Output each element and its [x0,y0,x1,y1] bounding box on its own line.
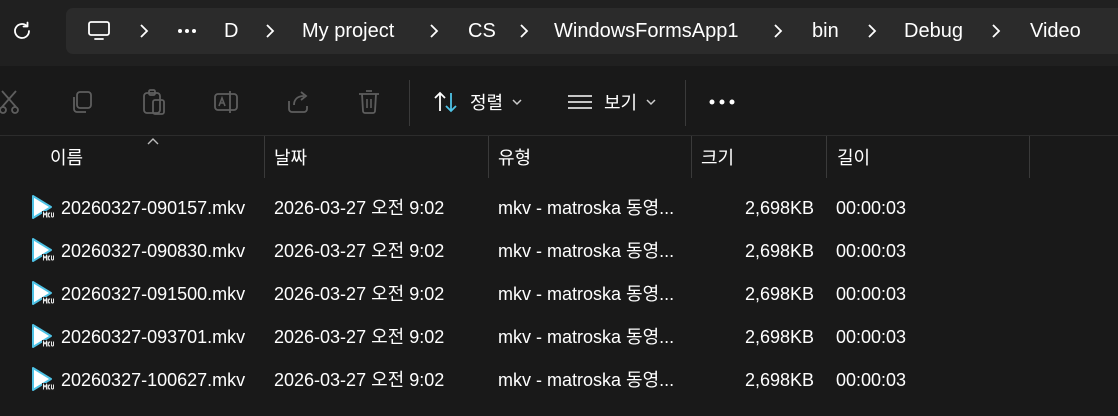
refresh-button[interactable] [8,15,36,47]
chevron-right-icon[interactable] [986,8,1006,54]
file-length: 00:00:03 [836,284,907,304]
sort-ascending-icon [147,138,159,145]
table-row[interactable]: 20260327-100627.mkv 2026-03-27 오전 9:02 m… [22,358,1022,400]
file-length: 00:00:03 [836,370,907,390]
mkv-video-file-icon [32,238,55,262]
command-bar: 정렬 보기 [0,66,1118,136]
column-header-size[interactable]: 크기 [701,136,734,178]
chevron-right-icon[interactable] [768,8,788,54]
share-icon [288,91,308,113]
chevron-right-icon[interactable] [514,8,534,54]
file-size: 2,698KB [744,327,814,347]
chevron-down-icon [646,99,656,106]
ellipsis-icon [178,29,196,33]
file-size: 2,698KB [744,198,814,218]
file-length: 00:00:03 [836,327,907,347]
mkv-video-file-icon [32,195,55,219]
paste-button[interactable] [140,86,168,118]
refresh-icon [14,21,30,39]
file-length: 00:00:03 [836,241,907,261]
chevron-right-icon[interactable] [134,8,154,54]
more-crumbs-button[interactable] [176,8,198,54]
toolbar-separator [685,80,686,126]
chevron-right-icon[interactable] [862,8,882,54]
table-row[interactable]: 20260327-091500.mkv 2026-03-27 오전 9:02 m… [22,272,1022,314]
file-date: 2026-03-27 오전 9:02 [274,370,445,390]
file-date: 2026-03-27 오전 9:02 [274,241,445,261]
file-name: 20260327-093701.mkv [61,327,246,347]
column-divider[interactable] [1029,136,1030,178]
trash-icon [359,90,379,114]
file-type: mkv - matroska 동영... [498,241,675,261]
file-type: mkv - matroska 동영... [498,370,675,390]
ellipsis-icon [709,99,735,105]
file-name: 20260327-091500.mkv [61,284,246,304]
file-size: 2,698KB [744,284,814,304]
table-row[interactable]: 20260327-093701.mkv 2026-03-27 오전 9:02 m… [22,315,1022,357]
view-lines-icon [568,95,592,109]
file-type: mkv - matroska 동영... [498,198,675,218]
file-size: 2,698KB [744,241,814,261]
mkv-video-file-icon [32,324,55,348]
sort-label: 정렬 [470,93,504,113]
copy-icon [73,91,92,113]
file-size: 2,698KB [744,370,814,390]
table-row[interactable]: 20260327-090830.mkv 2026-03-27 오전 9:02 m… [22,229,1022,271]
file-name: 20260327-100627.mkv [61,370,246,390]
cut-button[interactable] [0,86,24,118]
address-bar-row: D My project CS WindowsFormsApp1 bin Deb… [0,0,1118,66]
column-header-name[interactable]: 이름 [50,136,83,178]
copy-button[interactable] [68,86,96,118]
column-divider[interactable] [826,136,827,178]
delete-button[interactable] [356,86,382,118]
column-headers: 이름 날짜 유형 크기 길이 [0,136,1118,178]
sort-arrows-icon [434,91,457,113]
view-label: 보기 [604,93,638,113]
chevron-right-icon[interactable] [424,8,444,54]
address-box[interactable]: D My project CS WindowsFormsApp1 bin Deb… [66,8,1118,54]
table-row[interactable]: 20260327-090157.mkv 2026-03-27 오전 9:02 m… [22,186,1022,228]
column-divider[interactable] [264,136,265,178]
file-date: 2026-03-27 오전 9:02 [274,284,445,304]
column-divider[interactable] [691,136,692,178]
share-button[interactable] [284,86,312,118]
column-header-length[interactable]: 길이 [837,136,870,178]
chevron-right-icon[interactable] [260,8,280,54]
crumb-video[interactable]: Video [1030,8,1081,54]
file-length: 00:00:03 [836,198,907,218]
crumb-drive[interactable]: D [224,8,238,54]
mkv-video-file-icon [32,281,55,305]
column-divider[interactable] [488,136,489,178]
this-pc-button[interactable] [84,8,114,54]
file-date: 2026-03-27 오전 9:02 [274,327,445,347]
crumb-bin[interactable]: bin [812,8,839,54]
file-name: 20260327-090157.mkv [61,198,246,218]
more-options-button[interactable] [708,86,736,118]
column-header-date[interactable]: 날짜 [274,136,307,178]
file-name: 20260327-090830.mkv [61,241,246,261]
rename-button[interactable] [212,86,240,118]
mkv-video-file-icon [32,367,55,391]
crumb-debug[interactable]: Debug [904,8,963,54]
scissors-icon [0,90,19,114]
monitor-icon [88,21,110,40]
crumb-cs[interactable]: CS [468,8,496,54]
crumb-windowsformsapp1[interactable]: WindowsFormsApp1 [554,8,739,54]
clipboard-icon [143,89,165,115]
file-date: 2026-03-27 오전 9:02 [274,198,445,218]
crumb-my-project[interactable]: My project [302,8,394,54]
sort-button[interactable]: 정렬 [432,86,523,118]
rename-icon [214,91,238,113]
view-button[interactable]: 보기 [566,86,657,118]
chevron-down-icon [512,99,522,106]
file-type: mkv - matroska 동영... [498,284,675,304]
column-header-type[interactable]: 유형 [498,136,531,178]
toolbar-separator [409,80,410,126]
file-type: mkv - matroska 동영... [498,327,675,347]
